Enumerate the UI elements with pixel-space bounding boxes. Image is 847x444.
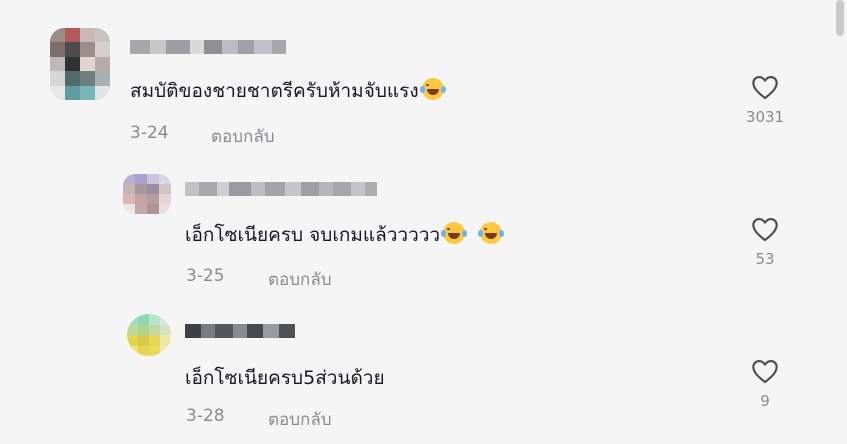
comment-date: 3-24 <box>130 123 169 143</box>
heart-outline-icon[interactable] <box>751 216 779 242</box>
face-with-tears-of-joy-icon <box>441 222 468 244</box>
like-count: 9 <box>760 392 770 410</box>
comment-3: เอ็กโซเนียครบ5ส่วนด้วย 3-28 ตอบกลับ 9 <box>0 300 847 444</box>
like-button[interactable]: 53 <box>735 216 795 268</box>
comment-date: 3-25 <box>186 266 225 286</box>
comment-1: สมบัติของชายชาตรีครับห้ามจับแรง 3-24 ตอบ… <box>0 0 847 150</box>
avatar[interactable] <box>127 314 171 356</box>
comment-text: สมบัติของชายชาตรีครับห้ามจับแรง <box>130 78 446 103</box>
heart-outline-icon[interactable] <box>751 74 779 100</box>
comment-2: เอ็กโซเนียครบ จบเกมแล้ววววว 3-25 ตอบกลับ… <box>0 160 847 300</box>
heart-outline-icon[interactable] <box>751 358 779 384</box>
scrollbar-thumb[interactable] <box>836 0 844 36</box>
username-redacted[interactable] <box>185 182 377 196</box>
like-button[interactable]: 9 <box>735 358 795 410</box>
username-redacted[interactable] <box>130 40 286 54</box>
like-count: 53 <box>755 250 775 268</box>
avatar[interactable] <box>50 28 110 100</box>
like-button[interactable]: 3031 <box>735 74 795 126</box>
reply-button[interactable]: ตอบกลับ <box>268 406 332 433</box>
username-redacted[interactable] <box>185 324 295 338</box>
face-with-tears-of-joy-icon <box>419 78 446 100</box>
reply-button[interactable]: ตอบกลับ <box>268 266 332 293</box>
comment-text: เอ็กโซเนียครบ จบเกมแล้ววววว <box>185 222 505 247</box>
avatar[interactable] <box>123 174 171 214</box>
comment-text: เอ็กโซเนียครบ5ส่วนด้วย <box>185 367 385 389</box>
like-count: 3031 <box>745 108 785 126</box>
comment-date: 3-28 <box>186 406 225 426</box>
reply-button[interactable]: ตอบกลับ <box>211 123 275 150</box>
face-with-tears-of-joy-icon <box>478 222 505 244</box>
